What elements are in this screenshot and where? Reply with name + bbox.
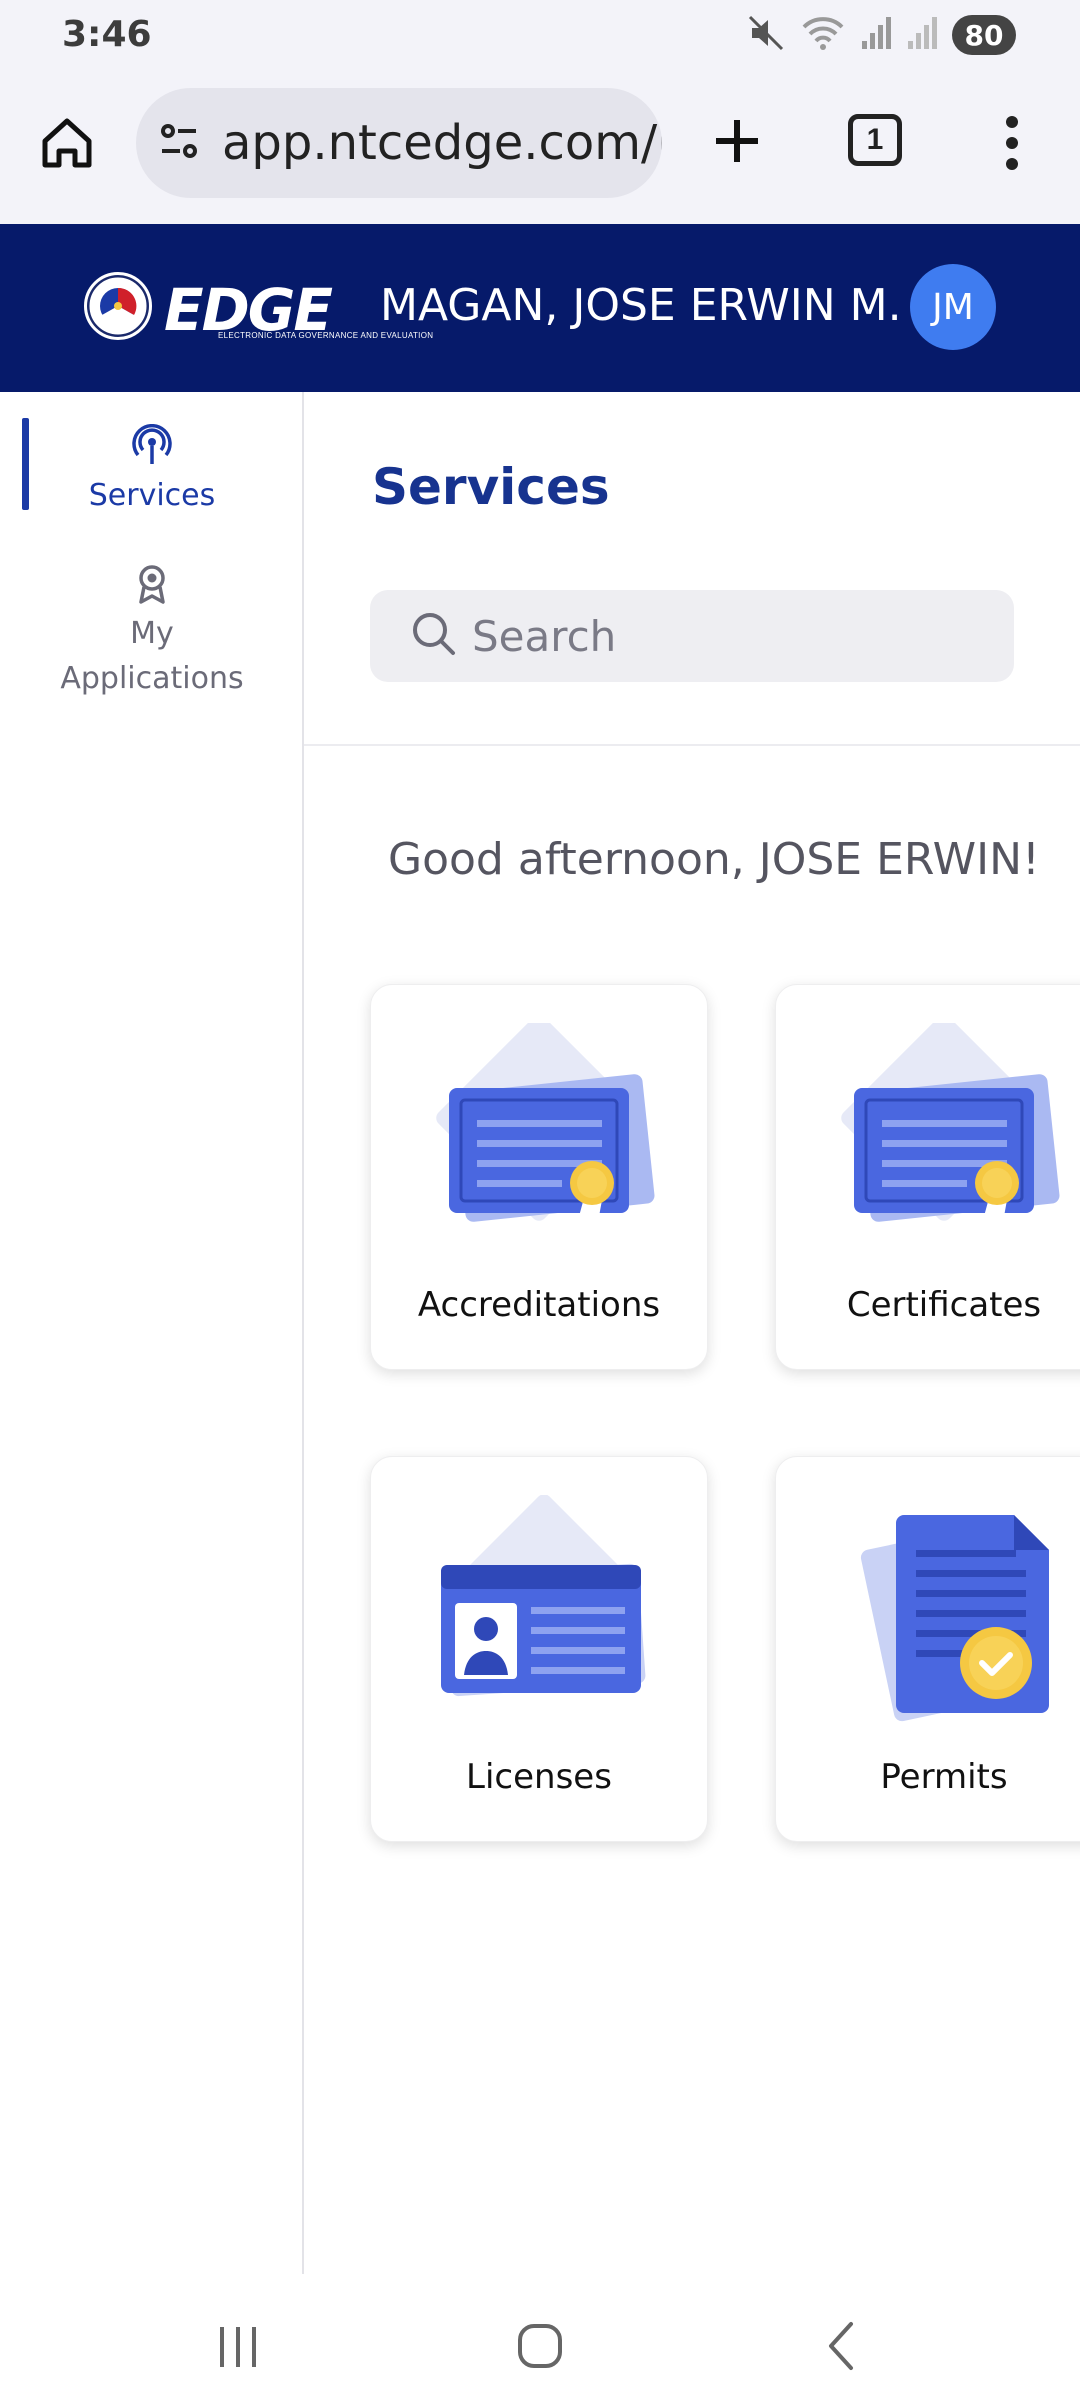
edge-logo-subtitle: ELECTRONIC DATA GOVERNANCE AND EVALUATIO… bbox=[218, 331, 434, 340]
url-text: app.ntcedge.com/l bbox=[222, 115, 662, 171]
back-button[interactable] bbox=[802, 2316, 882, 2376]
card-label: Licenses bbox=[466, 1757, 612, 1797]
service-card-permits[interactable]: Permits bbox=[775, 1456, 1080, 1842]
page-title: Services bbox=[372, 458, 610, 516]
system-nav-bar bbox=[0, 2274, 1080, 2408]
home-nav-button[interactable] bbox=[500, 2316, 580, 2376]
sidebar-item-services[interactable]: Services bbox=[0, 418, 304, 518]
recent-apps-icon bbox=[220, 2327, 256, 2367]
signal-icon bbox=[860, 13, 892, 58]
wifi-icon bbox=[800, 13, 846, 58]
antenna-icon bbox=[130, 424, 174, 473]
search-icon bbox=[410, 610, 458, 663]
card-label: Certificates bbox=[846, 1285, 1042, 1325]
id-card-icon bbox=[441, 1495, 646, 1697]
browser-toolbar: app.ntcedge.com/l 1 bbox=[0, 70, 1080, 224]
home-icon bbox=[42, 118, 92, 168]
more-menu-button[interactable] bbox=[990, 106, 1034, 180]
search-input[interactable] bbox=[472, 611, 1012, 661]
tab-switcher-button[interactable]: 1 bbox=[848, 114, 902, 166]
service-card-certificates[interactable]: Certificates bbox=[775, 984, 1080, 1370]
home-button[interactable] bbox=[34, 110, 100, 176]
recent-apps-button[interactable] bbox=[198, 2316, 278, 2376]
site-settings-icon[interactable] bbox=[156, 118, 202, 169]
status-icons: 80 bbox=[746, 12, 1016, 58]
status-time: 3:46 bbox=[62, 14, 152, 55]
sidebar-item-label: My Applications bbox=[60, 616, 244, 696]
status-bar: 3:46 80 bbox=[0, 0, 1080, 70]
battery-indicator: 80 bbox=[952, 15, 1016, 55]
app-header: EDGE ELECTRONIC DATA GOVERNANCE AND EVAL… bbox=[0, 224, 1080, 392]
card-label: Accreditations bbox=[417, 1285, 661, 1325]
signal-icon bbox=[906, 13, 938, 58]
service-card-accreditations[interactable]: Accreditations bbox=[370, 984, 708, 1370]
mute-icon bbox=[746, 13, 786, 58]
ntc-seal-logo[interactable] bbox=[84, 272, 152, 340]
user-name: MAGAN, JOSE ERWIN M. bbox=[380, 280, 902, 331]
greeting-text: Good afternoon, JOSE ERWIN! bbox=[388, 834, 1040, 885]
new-tab-button[interactable] bbox=[704, 106, 770, 176]
sidebar: Services My Applications bbox=[0, 392, 304, 2274]
home-nav-icon bbox=[518, 2324, 562, 2368]
avatar[interactable]: JM bbox=[910, 264, 996, 350]
service-card-licenses[interactable]: Licenses bbox=[370, 1456, 708, 1842]
address-bar[interactable]: app.ntcedge.com/l bbox=[136, 88, 662, 198]
document-check-icon bbox=[860, 1515, 1049, 1722]
award-icon bbox=[130, 562, 174, 611]
sidebar-item-my-applications[interactable]: My Applications bbox=[0, 562, 304, 701]
plus-icon bbox=[716, 120, 758, 162]
menu-dot bbox=[1006, 116, 1018, 129]
certificate-icon bbox=[841, 1023, 1060, 1222]
sidebar-item-label: Services bbox=[88, 478, 216, 513]
divider bbox=[304, 744, 1080, 746]
menu-dot bbox=[1006, 157, 1018, 170]
back-icon bbox=[829, 2322, 853, 2370]
certificate-icon bbox=[436, 1023, 655, 1222]
search-box[interactable] bbox=[370, 590, 1014, 682]
card-label: Permits bbox=[880, 1757, 1008, 1797]
menu-dot bbox=[1006, 136, 1018, 149]
